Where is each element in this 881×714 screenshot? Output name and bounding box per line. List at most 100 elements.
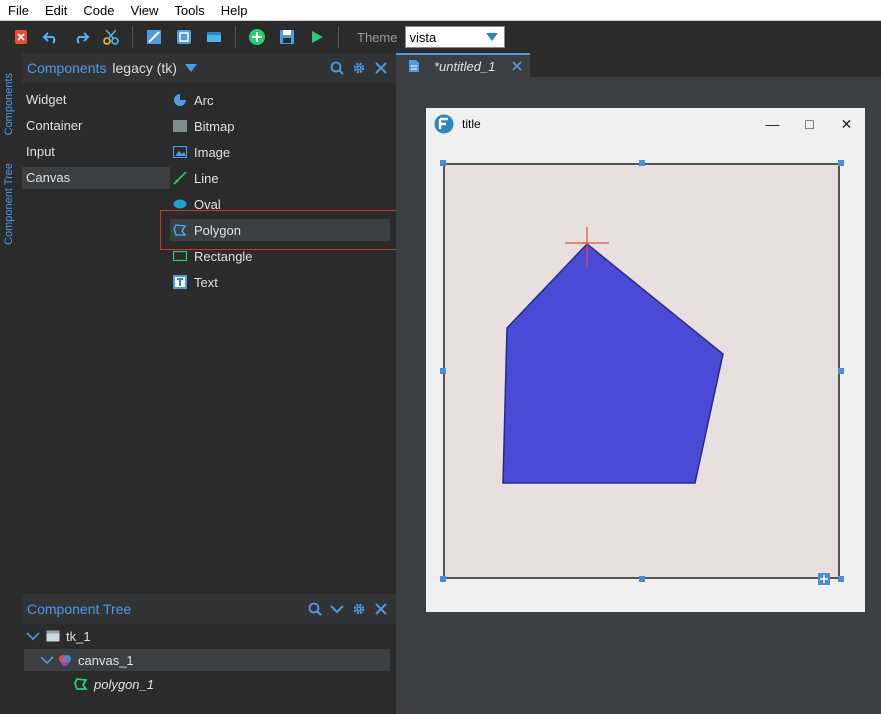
undo-icon[interactable] xyxy=(40,26,62,48)
move-icon[interactable] xyxy=(818,573,830,585)
preview-icon[interactable] xyxy=(173,26,195,48)
arc-icon xyxy=(172,92,188,108)
tree-header: Component Tree xyxy=(22,594,396,624)
tree-node-label: canvas_1 xyxy=(78,652,134,668)
separator xyxy=(235,26,236,48)
component-image[interactable]: Image xyxy=(170,141,390,163)
component-label: Arc xyxy=(194,92,214,108)
chevron-down-icon xyxy=(486,33,499,41)
close-icon[interactable] xyxy=(374,61,388,75)
resize-handle[interactable] xyxy=(838,160,844,166)
component-text[interactable]: Text xyxy=(170,271,390,293)
tree-node-canvas[interactable]: canvas_1 xyxy=(24,649,390,671)
resize-handle[interactable] xyxy=(440,368,446,374)
save-icon[interactable] xyxy=(276,26,298,48)
component-arc[interactable]: Arc xyxy=(170,89,390,111)
tree-title: Component Tree xyxy=(27,601,132,617)
palette-icon xyxy=(59,655,71,666)
resize-handle[interactable] xyxy=(838,368,844,374)
component-label: Line xyxy=(194,170,219,186)
side-tab-components[interactable]: Components xyxy=(3,73,15,135)
close-icon[interactable] xyxy=(512,61,522,71)
side-tab-component-tree[interactable]: Component Tree xyxy=(3,163,15,245)
menu-edit[interactable]: Edit xyxy=(37,0,75,21)
close-icon[interactable] xyxy=(10,26,32,48)
menu-help[interactable]: Help xyxy=(213,0,256,21)
theme-value: vista xyxy=(409,29,437,45)
category-container[interactable]: Container xyxy=(22,115,170,137)
app-logo-icon xyxy=(434,114,454,134)
category-canvas[interactable]: Canvas xyxy=(22,167,170,189)
rectangle-icon xyxy=(172,248,188,264)
gear-icon[interactable] xyxy=(352,602,366,616)
close-icon[interactable] xyxy=(374,602,388,616)
preview-window: title — □ ✕ xyxy=(426,108,865,612)
resize-handle[interactable] xyxy=(639,160,645,166)
polygon-shape[interactable] xyxy=(502,242,724,484)
canvas-drawing xyxy=(502,227,724,484)
resize-handle[interactable] xyxy=(639,576,645,582)
resize-handle[interactable] xyxy=(838,576,844,582)
redo-icon[interactable] xyxy=(70,26,92,48)
menu-code[interactable]: Code xyxy=(75,0,122,21)
chevron-down-icon[interactable] xyxy=(184,64,197,72)
component-label: Image xyxy=(194,144,231,160)
category-input[interactable]: Input xyxy=(22,141,170,163)
theme-label: Theme xyxy=(357,29,398,45)
canvas-widget[interactable] xyxy=(443,163,840,579)
tab-untitled[interactable]: *untitled_1 xyxy=(396,53,530,77)
menu-bar: File Edit Code View Tools Help xyxy=(0,0,881,21)
components-title: Components xyxy=(27,60,107,76)
side-tabs: Components Component Tree xyxy=(0,53,22,714)
maximize-icon[interactable]: □ xyxy=(791,116,828,132)
tree-node-label: polygon_1 xyxy=(94,676,154,692)
menu-tools[interactable]: Tools xyxy=(166,0,212,21)
cut-icon[interactable] xyxy=(100,26,122,48)
chevron-down-icon[interactable] xyxy=(40,655,54,665)
run-icon[interactable] xyxy=(306,26,328,48)
search-icon[interactable] xyxy=(308,602,322,616)
category-widget[interactable]: Widget xyxy=(22,89,170,111)
minimize-icon[interactable]: — xyxy=(754,116,791,132)
tree-node-polygon[interactable]: polygon_1 xyxy=(74,673,390,695)
polygon-icon xyxy=(74,678,88,690)
separator xyxy=(132,26,133,48)
component-label: Bitmap xyxy=(194,118,235,134)
line-icon xyxy=(172,170,188,186)
component-line[interactable]: Line xyxy=(170,167,390,189)
toolbar: Theme vista xyxy=(0,21,881,53)
search-icon[interactable] xyxy=(330,61,344,75)
text-icon xyxy=(172,274,188,290)
component-label: Rectangle xyxy=(194,248,253,264)
window-icon xyxy=(46,630,60,642)
tree-node-label: tk_1 xyxy=(66,628,91,644)
image-icon xyxy=(172,144,188,160)
theme-dropdown[interactable]: vista xyxy=(405,26,506,48)
close-icon[interactable]: ✕ xyxy=(828,116,865,133)
component-set-selector[interactable]: legacy (tk) xyxy=(112,60,177,76)
separator xyxy=(338,26,339,48)
component-tree-panel: Component Tree tk_1 canvas_1 polygon_1 xyxy=(22,594,396,714)
tab-label: *untitled_1 xyxy=(434,58,496,74)
file-icon xyxy=(409,60,419,72)
component-label: Text xyxy=(194,274,218,290)
gear-icon[interactable] xyxy=(352,61,366,75)
design-editor: *untitled_1 title — □ ✕ xyxy=(396,53,881,714)
component-bitmap[interactable]: Bitmap xyxy=(170,115,390,137)
editor-tabbar: *untitled_1 xyxy=(396,53,881,77)
menu-view[interactable]: View xyxy=(122,0,166,21)
window-title: title xyxy=(462,117,481,131)
resize-handle[interactable] xyxy=(440,576,446,582)
tree-node-tk[interactable]: tk_1 xyxy=(26,625,390,647)
window-icon[interactable] xyxy=(143,26,165,48)
chevron-down-icon[interactable] xyxy=(26,631,40,641)
resize-handle[interactable] xyxy=(440,160,446,166)
components-panel: Components legacy (tk) Widget Container … xyxy=(22,53,396,594)
window-titlebar: title — □ ✕ xyxy=(426,108,865,140)
menu-file[interactable]: File xyxy=(0,0,37,21)
components-header: Components legacy (tk) xyxy=(22,53,396,83)
selection-highlight-box xyxy=(160,210,398,250)
layout-icon[interactable] xyxy=(203,26,225,48)
add-icon[interactable] xyxy=(246,26,268,48)
chevron-down-icon[interactable] xyxy=(330,602,344,616)
